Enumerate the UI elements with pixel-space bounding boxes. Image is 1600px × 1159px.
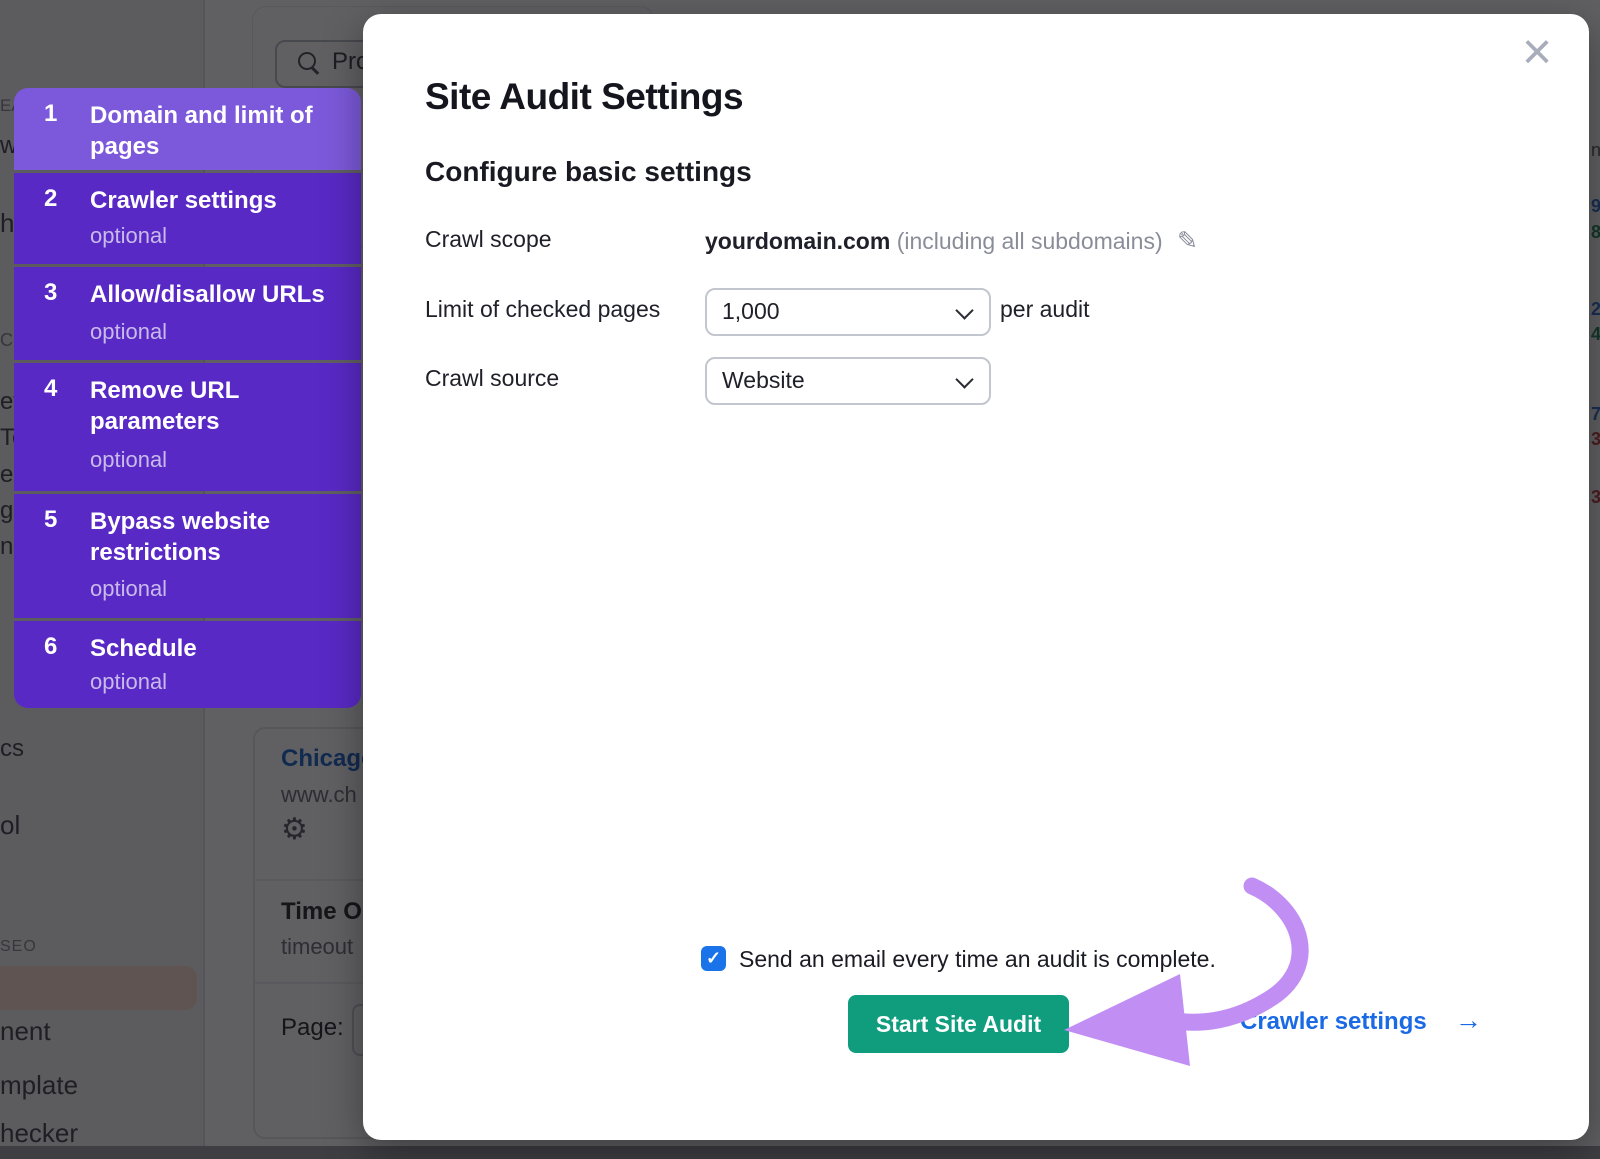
crawl-source-select-value: Website [722, 367, 805, 393]
annotation-arrow-icon [1064, 877, 1309, 1066]
step-title: Remove URL parameters [90, 377, 239, 435]
step-number: 6 [44, 633, 58, 660]
email-checkbox[interactable]: ✓ [701, 946, 726, 971]
step-note: optional [90, 669, 168, 694]
step-schedule[interactable]: 6 Schedule optional [14, 621, 361, 708]
step-crawler-settings[interactable]: 2 Crawler settings optional [14, 173, 361, 264]
step-allow-disallow-urls[interactable]: 3 Allow/disallow URLs optional [14, 267, 361, 360]
crawl-scope-domain: yourdomain.com [705, 228, 891, 254]
step-title: Allow/disallow URLs [90, 281, 325, 308]
step-bypass-website-restrictions[interactable]: 5 Bypass website restrictions optional [14, 494, 361, 618]
close-icon[interactable]: × [1515, 26, 1559, 78]
step-domain-and-limit[interactable]: 1 Domain and limit of pages [14, 88, 361, 170]
limit-select[interactable]: 1,000 [705, 288, 991, 336]
limit-select-value: 1,000 [722, 298, 780, 324]
crawl-scope-note: (including all subdomains) [896, 228, 1163, 254]
edit-pencil-icon[interactable]: ✎ [1177, 227, 1198, 255]
step-remove-url-parameters[interactable]: 4 Remove URL parameters optional [14, 363, 361, 491]
step-note: optional [90, 447, 168, 472]
step-note: optional [90, 223, 168, 248]
wizard-steps-panel: 1 Domain and limit of pages 2 Crawler se… [14, 88, 361, 708]
section-heading: Configure basic settings [425, 156, 752, 187]
step-note: optional [90, 576, 168, 601]
step-number: 4 [44, 375, 58, 402]
crawl-scope-label: Crawl scope [425, 226, 552, 252]
crawl-scope-value: yourdomain.com (including all subdomains… [705, 226, 1198, 256]
site-audit-settings-modal: × Site Audit Settings Configure basic se… [363, 14, 1589, 1140]
step-title: Domain and limit of pages [90, 102, 313, 160]
modal-title: Site Audit Settings [425, 76, 744, 117]
screen: Pro EA w h C ew To er g ns cs ol SEO nen… [0, 0, 1600, 1159]
step-number: 2 [44, 185, 58, 212]
chevron-down-icon [955, 301, 974, 320]
step-title: Crawler settings [90, 187, 277, 214]
step-number: 5 [44, 506, 58, 533]
per-audit-label: per audit [1000, 296, 1090, 322]
crawl-source-label: Crawl source [425, 365, 560, 391]
step-number: 3 [44, 279, 58, 306]
step-number: 1 [44, 100, 58, 127]
crawl-source-select[interactable]: Website [705, 357, 991, 405]
chevron-down-icon [955, 370, 974, 389]
start-site-audit-button[interactable]: Start Site Audit [848, 995, 1069, 1053]
step-title: Schedule [90, 635, 197, 662]
step-note: optional [90, 319, 168, 344]
limit-label: Limit of checked pages [425, 296, 661, 322]
right-arrow-icon: → [1455, 1005, 1482, 1035]
step-title: Bypass website restrictions [90, 508, 271, 566]
